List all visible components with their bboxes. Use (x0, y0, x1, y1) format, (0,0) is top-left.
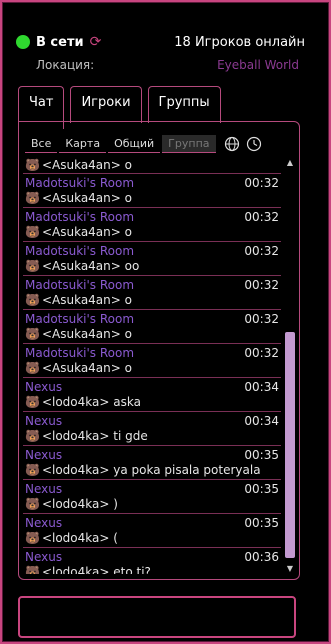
scroll-down-arrow-icon[interactable]: ▼ (285, 564, 295, 574)
message-time: 00:32 (244, 176, 279, 190)
location-value: Eyeball World (217, 58, 299, 72)
chat-message: Nexus 00:34 🐻 <lodo4ka> aska (23, 378, 281, 412)
chat-message: Madotsuki's Room 00:32 🐻 <Asuka4an> o (23, 174, 281, 208)
message-location: Nexus (25, 550, 63, 564)
location-label: Локация: (36, 58, 95, 72)
message-location: Madotsuki's Room (25, 244, 135, 258)
chat-message: Nexus 00:36 🐻 <lodo4ka> eto ti? (23, 548, 281, 574)
bear-icon: 🐻 (25, 497, 40, 511)
tab-groups[interactable]: Группы (147, 86, 221, 123)
bear-icon: 🐻 (25, 395, 40, 409)
message-location: Madotsuki's Room (25, 312, 135, 326)
chat-message: Madotsuki's Room 00:32 🐻 <Asuka4an> o (23, 310, 281, 344)
bear-icon: 🐻 (25, 293, 40, 307)
message-time: 00:32 (244, 312, 279, 326)
message-location: Madotsuki's Room (25, 346, 135, 360)
chat-message: Nexus 00:34 🐻 <lodo4ka> ti gde (23, 412, 281, 446)
bear-icon: 🐻 (25, 565, 40, 574)
chat-message: Nexus 00:35 🐻 <lodo4ka> ) (23, 480, 281, 514)
online-indicator (16, 35, 30, 49)
bear-icon: 🐻 (25, 191, 40, 205)
tab-players[interactable]: Игроки (70, 86, 142, 123)
message-text: <Asuka4an> o (41, 225, 132, 239)
message-text: <lodo4ka> ya poka pisala poteryala (41, 463, 261, 477)
globe-icon[interactable] (224, 136, 240, 152)
message-text: <lodo4ka> aska (41, 395, 141, 409)
message-location: Nexus (25, 448, 63, 462)
subtab-map[interactable]: Карта (59, 135, 107, 153)
message-text: <Asuka4an> oo (41, 259, 140, 273)
chat-message: Madotsuki's Room 00:32 🐻 <Asuka4an> o (23, 208, 281, 242)
subtab-all[interactable]: Все (25, 135, 58, 153)
message-text: <lodo4ka> ( (41, 531, 118, 545)
refresh-icon[interactable]: ⟳ (90, 34, 102, 50)
message-time: 00:34 (244, 414, 279, 428)
message-location: Nexus (25, 414, 63, 428)
message-time: 00:32 (244, 346, 279, 360)
bear-icon: 🐻 (25, 259, 40, 273)
message-time: 00:32 (244, 244, 279, 258)
bear-icon: 🐻 (25, 463, 40, 477)
subtab-general[interactable]: Общий (108, 135, 161, 153)
location-row: Локация: Eyeball World (36, 58, 299, 72)
message-text: <Asuka4an> o (41, 327, 132, 341)
chat-message: Nexus 00:35 🐻 <lodo4ka> ya poka pisala po… (23, 446, 281, 480)
chat-messages: 🐻 <Asuka4an> o Madotsuki's Room 00:32 🐻 <A… (23, 158, 281, 574)
bear-icon: 🐻 (25, 158, 40, 172)
message-location: Madotsuki's Room (25, 176, 135, 190)
scrollbar-thumb[interactable] (285, 332, 295, 558)
chat-scrollbar[interactable]: ▲ ▼ (285, 158, 295, 574)
clock-icon[interactable] (246, 136, 262, 152)
message-text: <lodo4ka> eto ti? (41, 565, 151, 574)
chat-panel: Все Карта Общий Группа 🐻 <Asuka4an> o Mad… (18, 121, 300, 580)
chat-message: Madotsuki's Room 00:32 🐻 <Asuka4an> o (23, 276, 281, 310)
message-location: Madotsuki's Room (25, 210, 135, 224)
message-text: <Asuka4an> o (41, 191, 132, 205)
chat-input[interactable] (18, 596, 296, 638)
message-text: <lodo4ka> ) (41, 497, 118, 511)
online-status-label: В сети (36, 34, 84, 50)
bear-icon: 🐻 (25, 225, 40, 239)
message-location: Nexus (25, 482, 63, 496)
chat-message: 🐻 <Asuka4an> o (23, 158, 281, 174)
message-time: 00:36 (244, 550, 279, 564)
message-time: 00:35 (244, 516, 279, 530)
main-tabs: Чат Игроки Группы (18, 86, 221, 129)
message-text: <Asuka4an> o (41, 158, 132, 172)
message-text: <Asuka4an> o (41, 361, 132, 375)
message-text: <Asuka4an> o (41, 293, 132, 307)
players-online-count: 18 Игроков онлайн (174, 34, 305, 50)
message-time: 00:35 (244, 482, 279, 496)
message-text: <lodo4ka> ti gde (41, 429, 148, 443)
status-row: В сети ⟳ 18 Игроков онлайн (16, 32, 305, 52)
scroll-up-arrow-icon[interactable]: ▲ (285, 158, 295, 168)
chat-message: Madotsuki's Room 00:32 🐻 <Asuka4an> o (23, 344, 281, 378)
bear-icon: 🐻 (25, 429, 40, 443)
message-time: 00:32 (244, 210, 279, 224)
message-time: 00:32 (244, 278, 279, 292)
chat-message: Madotsuki's Room 00:32 🐻 <Asuka4an> oo (23, 242, 281, 276)
bear-icon: 🐻 (25, 361, 40, 375)
chat-message: Nexus 00:35 🐻 <lodo4ka> ( (23, 514, 281, 548)
message-location: Nexus (25, 516, 63, 530)
message-time: 00:35 (244, 448, 279, 462)
subtab-group[interactable]: Группа (162, 135, 216, 153)
message-time: 00:34 (244, 380, 279, 394)
message-location: Nexus (25, 380, 63, 394)
chat-filter-tabs: Все Карта Общий Группа (25, 132, 295, 156)
message-location: Madotsuki's Room (25, 278, 135, 292)
bear-icon: 🐻 (25, 531, 40, 545)
bear-icon: 🐻 (25, 327, 40, 341)
